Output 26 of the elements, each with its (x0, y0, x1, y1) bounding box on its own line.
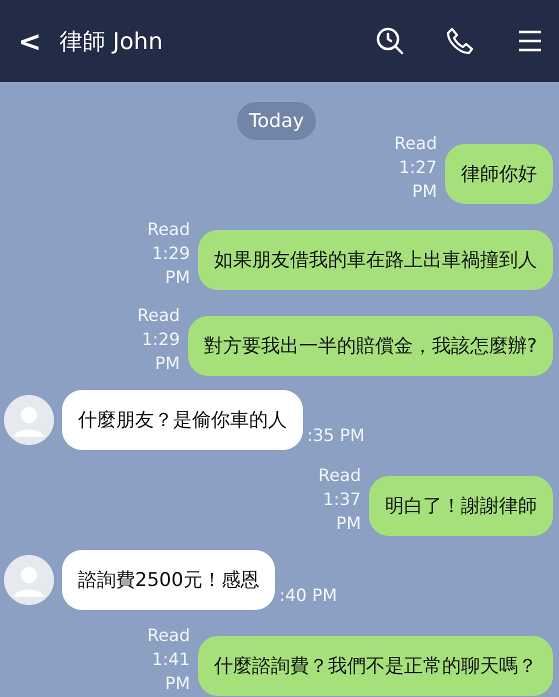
message-bubble: 什麼諮詢費？我們不是正常的聊天嗎？ (198, 636, 553, 696)
avatar-icon[interactable] (4, 395, 54, 445)
phone-icon[interactable] (445, 26, 475, 56)
read-receipt: Read (318, 465, 361, 488)
message-time: 1:29 PM (150, 243, 190, 290)
message-bubble: 什麼朋友？是偷你車的人 (62, 390, 303, 450)
message-time: 1:29 PM (140, 329, 180, 376)
message-time: :35 PM (307, 426, 365, 446)
message-time: 1:37 PM (322, 489, 361, 536)
message-bubble: 諮詢費2500元！感恩 (62, 550, 276, 610)
chat-title: 律師 John (59, 28, 164, 56)
search-icon[interactable] (375, 26, 405, 56)
read-receipt: Read (137, 305, 180, 328)
message-bubble: 明白了！謝謝律師 (369, 476, 553, 536)
date-label: Today (237, 102, 316, 140)
message-bubble: 如果朋友借我的車在路上出車禍撞到人 (198, 230, 553, 290)
message-bubble: 對方要我出一半的賠償金，我該怎麼辦? (188, 316, 553, 376)
avatar-icon[interactable] (4, 555, 54, 605)
message-bubble: 律師你好 (445, 144, 553, 204)
message-time: 1:27 PM (398, 157, 437, 204)
read-receipt: Read (394, 133, 437, 156)
read-receipt: Read (147, 219, 190, 242)
message-time: 1:41 PM (150, 649, 190, 696)
read-receipt: Read (147, 625, 190, 648)
message-time: :40 PM (279, 586, 338, 606)
back-button[interactable]: < (14, 24, 46, 58)
